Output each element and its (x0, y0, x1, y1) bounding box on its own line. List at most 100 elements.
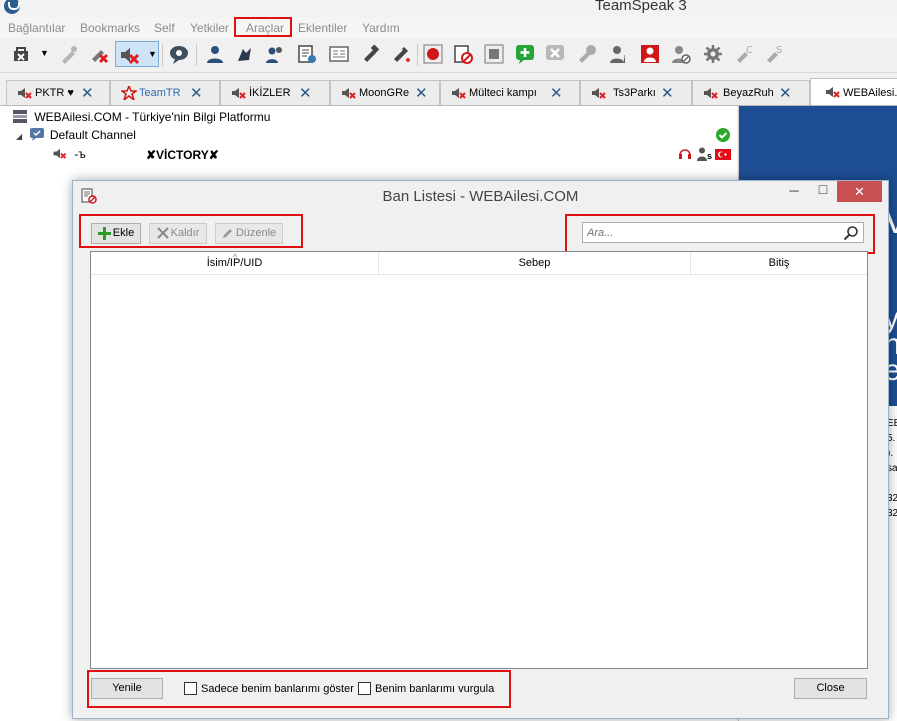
permissions-icon (579, 45, 596, 63)
muted-speaker-icon (232, 88, 246, 99)
remove-ban-button[interactable]: Kaldır (149, 223, 207, 244)
connect-button[interactable] (8, 41, 34, 67)
search-icon[interactable] (843, 225, 859, 241)
tab-ikizler[interactable]: İKİZLER ✕ (220, 80, 330, 105)
app-title: TeamSpeak 3 (595, 0, 687, 14)
close-icon[interactable]: ✕ (661, 84, 674, 102)
menu-araclar[interactable]: Araçlar (246, 21, 284, 35)
chevron-down-icon[interactable]: ▼ (148, 49, 157, 59)
menu-eklentiler[interactable]: Eklentiler (298, 21, 347, 35)
only-my-bans-label[interactable]: Sadece benim banlarımı göster (201, 683, 354, 695)
server-row[interactable]: WEBAilesi.COM - Türkiye'nin Bilgi Platfo… (12, 110, 270, 124)
edit-ban-button[interactable]: Düzenle (215, 223, 283, 244)
dialog-titlebar[interactable]: Ban Listesi - WEBAilesi.COM ─ □ ✕ (73, 181, 888, 211)
tab-label: PKTR ♥ (35, 87, 74, 99)
add-ban-button[interactable]: Ekle (91, 223, 141, 244)
column-header-name[interactable]: ^ İsim/IP/UID (91, 252, 379, 274)
tab-beyazruh[interactable]: BeyazRuh ✕ (692, 80, 810, 105)
tab-multeci-kampi[interactable]: Mülteci kampı ✕ (440, 80, 580, 105)
away-icon (92, 50, 109, 64)
ban-table[interactable]: ^ İsim/IP/UID Sebep Bitiş (90, 251, 868, 669)
client-name: ✘VİCTORY✘ (146, 148, 219, 162)
close-button[interactable]: Close (794, 678, 867, 699)
client-info-button[interactable]: i (606, 41, 632, 67)
privilege-key-button[interactable] (232, 41, 258, 67)
channel-admin-button[interactable]: C (732, 41, 758, 67)
menu-yardim[interactable]: Yardım (362, 21, 400, 35)
tab-label: WEBAilesi.C (843, 87, 897, 99)
close-icon[interactable]: ✕ (81, 84, 94, 102)
toolbar-separator (162, 44, 163, 66)
add-channel-button[interactable] (512, 41, 538, 67)
close-icon[interactable]: ✕ (190, 84, 203, 102)
file-transfer-icon (394, 46, 410, 62)
menu-bookmarks[interactable]: Bookmarks (80, 21, 140, 35)
search-box[interactable] (582, 222, 864, 243)
maximize-button[interactable]: □ (809, 181, 837, 202)
tab-webailesi[interactable]: WEBAilesi.C (810, 78, 897, 105)
disconnect-button[interactable] (56, 41, 82, 67)
column-header-reason[interactable]: Sebep (379, 252, 691, 274)
ban-client-icon (672, 46, 691, 64)
file-transfer-button[interactable] (388, 41, 414, 67)
server-query-button[interactable] (294, 41, 320, 67)
menu-baglantilar[interactable]: Bağlantılar (8, 21, 65, 35)
whisper-icon (170, 46, 188, 64)
stop-icon (454, 45, 473, 64)
stop-button[interactable] (450, 41, 476, 67)
column-header-expiry[interactable]: Bitiş (691, 252, 867, 274)
ban-client-button[interactable] (668, 41, 694, 67)
avatar-button[interactable] (637, 41, 663, 67)
settings-button[interactable] (700, 41, 726, 67)
headset-icon (679, 149, 691, 159)
expand-arrow-icon[interactable]: ◢ (16, 132, 22, 141)
mute-microphone-button[interactable]: ▼ (115, 41, 159, 67)
chevron-down-icon[interactable]: ▼ (40, 48, 49, 58)
channel-row[interactable]: ◢ Default Channel (16, 128, 136, 142)
server-tabs: PKTR ♥ ✕ TeamTR ✕ İKİZLER ✕ MoonGRe ✕ Mü… (0, 78, 897, 106)
record-button[interactable] (420, 41, 446, 67)
ban-list-button[interactable] (358, 41, 384, 67)
turkey-flag-icon (715, 149, 731, 160)
delete-channel-button[interactable] (542, 41, 568, 67)
server-admin-icon: S (767, 45, 782, 63)
permissions-button[interactable] (574, 41, 600, 67)
close-icon[interactable]: ✕ (550, 84, 563, 102)
tab-moongre[interactable]: MoonGRe ✕ (330, 80, 440, 105)
contacts-icon (266, 47, 282, 63)
minimize-button[interactable]: ─ (779, 183, 809, 204)
server-admin-button[interactable]: S (762, 41, 788, 67)
server-icon (13, 110, 27, 123)
identities-button[interactable] (326, 41, 352, 67)
client-tag: s (707, 151, 713, 161)
highlight-my-bans-label[interactable]: Benim banlarımı vurgula (375, 683, 494, 695)
dialog-title: Ban Listesi - WEBAilesi.COM (382, 188, 579, 205)
privilege-key-icon (238, 48, 251, 61)
channel-admin-icon: C (737, 45, 753, 63)
pencil-icon (222, 229, 232, 239)
muted-speaker-icon (18, 88, 32, 99)
away-button[interactable] (86, 41, 112, 67)
client-row[interactable]: -ъ (52, 147, 86, 161)
server-name: WEBAilesi.COM - Türkiye'nin Bilgi Platfo… (34, 110, 271, 124)
tab-label: MoonGRe (359, 87, 410, 99)
only-my-bans-checkbox[interactable] (184, 682, 197, 695)
highlight-my-bans-checkbox[interactable] (358, 682, 371, 695)
tab-label: Mülteci kampı (469, 87, 537, 99)
client-list-button[interactable] (202, 41, 228, 67)
edit-ban-label: Düzenle (235, 227, 277, 239)
close-window-button[interactable]: ✕ (837, 181, 882, 202)
search-input[interactable] (585, 224, 839, 241)
close-icon[interactable]: ✕ (299, 84, 312, 102)
tab-ts3parki[interactable]: Ts3Parkı ✕ (580, 80, 692, 105)
tab-teamtr[interactable]: TeamTR ✕ (110, 80, 220, 105)
close-icon[interactable]: ✕ (779, 84, 792, 102)
tab-pktr[interactable]: PKTR ♥ ✕ (6, 80, 110, 105)
menu-self[interactable]: Self (154, 21, 175, 35)
menu-yetkiler[interactable]: Yetkiler (190, 21, 229, 35)
refresh-button[interactable]: Yenile (91, 678, 163, 699)
whisper-button[interactable] (166, 41, 192, 67)
capture-button[interactable] (481, 41, 507, 67)
close-icon[interactable]: ✕ (415, 84, 428, 102)
contacts-button[interactable] (262, 41, 288, 67)
